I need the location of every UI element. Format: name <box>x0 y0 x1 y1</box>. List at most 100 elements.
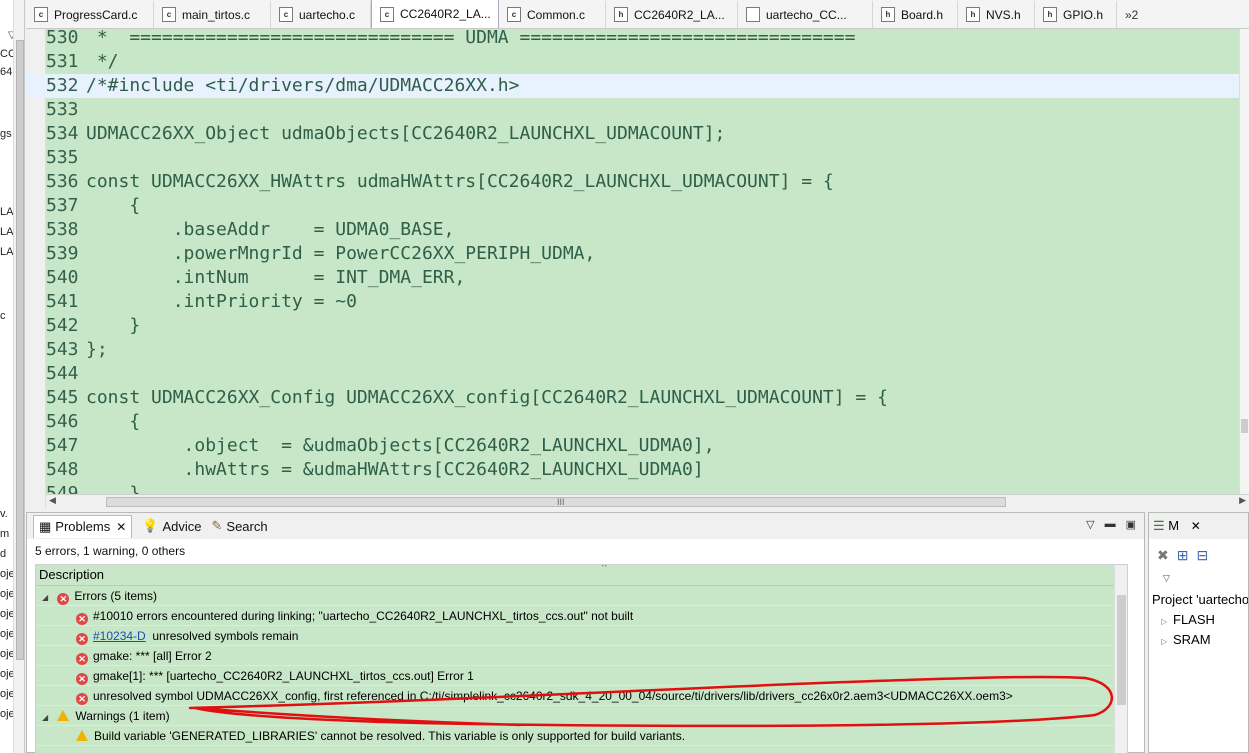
outline-item-flash[interactable]: ▷ FLASH <box>1161 612 1215 627</box>
problems-list[interactable]: Description ^ ◢ ✕ Errors (5 items) ✕ #1001… <box>35 564 1128 753</box>
scroll-left-arrow-icon[interactable]: ◀ <box>49 495 56 506</box>
editor-vertical-scrollbar[interactable] <box>1239 29 1249 494</box>
outline-toolbar: ✖⊞⊟ <box>1157 547 1216 564</box>
view-menu-icon[interactable]: ▽ <box>1086 518 1094 531</box>
error-row[interactable]: ✕ #10010 errors encountered during linkin… <box>36 606 1127 626</box>
code-line[interactable]: 547 .object = &udmaObjects[CC2640R2_LAUN… <box>26 434 1241 458</box>
line-number: 532 <box>46 75 79 96</box>
problems-summary: 5 errors, 1 warning, 0 others <box>35 544 186 558</box>
expand-all-icon[interactable]: ⊞ <box>1177 547 1197 563</box>
expanded-triangle-icon[interactable]: ◢ <box>42 708 54 728</box>
code-line[interactable]: 538 .baseAddr = UDMA0_BASE, <box>26 218 1241 242</box>
code-line[interactable]: 533 <box>26 98 1241 122</box>
warnings-group-row[interactable]: ◢ Warnings (1 item) <box>36 706 1127 726</box>
problems-vertical-scrollbar[interactable] <box>1114 565 1127 753</box>
description-column-header[interactable]: Description ^ <box>36 565 1127 586</box>
minimize-icon[interactable]: ▬ <box>1105 518 1116 531</box>
error-row[interactable]: ✕ #10234-D unresolved symbols remain <box>36 626 1127 646</box>
line-number: 545 <box>46 387 79 408</box>
column-header-label: Description <box>39 567 105 582</box>
tab-problems[interactable]: ▦ Problems ✕ <box>33 514 133 538</box>
code-line[interactable]: 544 <box>26 362 1241 386</box>
item-label: SRAM <box>1173 632 1211 647</box>
line-text: const UDMACC26XX_Config UDMACC26XX_confi… <box>86 387 888 408</box>
code-line[interactable]: 535 <box>26 146 1241 170</box>
error-row[interactable]: ✕ gmake[1]: *** [uartecho_CC2640R2_LAUNCH… <box>36 666 1127 686</box>
line-text: */ <box>86 51 119 72</box>
error-code-link[interactable]: #10234-D <box>93 629 146 643</box>
tab-search[interactable]: ✎ Search <box>212 518 268 534</box>
line-number: 543 <box>46 339 79 360</box>
left-view-strip: ▽ CC2 64 gs LA LA LA c v. m d oje oje oje oje oje oje oj… <box>0 0 25 753</box>
tab-editor-file[interactable]: c Common.c <box>499 1 606 28</box>
error-row[interactable]: ✕ unresolved symbol UDMACC26XX_config, fi… <box>36 686 1127 706</box>
expanded-triangle-icon[interactable]: ◢ <box>42 588 54 608</box>
tab-label: Problems <box>55 519 111 534</box>
tab-label: Common.c <box>527 7 586 22</box>
h-file-icon: h <box>881 7 895 22</box>
tab-editor-file[interactable]: cCC2640R2_LA...✕ <box>371 0 499 28</box>
tab-editor-file[interactable]: c uartecho.c <box>271 1 371 28</box>
tab-editor-file[interactable]: uartecho_CC... <box>738 1 873 28</box>
chevron-down-icon[interactable]: ▽ <box>1163 573 1170 584</box>
warning-row[interactable]: Build variable 'GENERATED_LIBRARIES' can… <box>36 726 1127 746</box>
code-line[interactable]: 541 .intPriority = ~0 <box>26 290 1241 314</box>
scroll-thumb[interactable] <box>1117 595 1126 705</box>
code-line[interactable]: 534 UDMACC26XX_Object udmaObjects[CC2640R… <box>26 122 1241 146</box>
error-text: #10010 errors encountered during linking… <box>93 609 634 623</box>
error-icon: ✕ <box>76 633 88 645</box>
code-editor[interactable]: 530 * ============================== UDM… <box>26 29 1249 509</box>
item-label: FLASH <box>1173 612 1215 627</box>
code-line[interactable]: 546 { <box>26 410 1241 434</box>
editor-horizontal-scrollbar[interactable]: ◀ III ▶ <box>46 494 1249 509</box>
error-icon: ✕ <box>76 693 88 705</box>
tab-editor-file[interactable]: c ProgressCard.c <box>26 1 154 28</box>
maximize-icon[interactable]: ▣ <box>1126 518 1136 531</box>
line-number: 538 <box>46 219 79 240</box>
tab-overflow-button[interactable]: »2 <box>1117 1 1146 28</box>
h-file-icon: h <box>1043 7 1057 22</box>
remove-icon[interactable]: ✖ <box>1157 547 1177 563</box>
h-file-icon: h <box>966 7 980 22</box>
close-icon[interactable]: ✕ <box>116 520 126 534</box>
errors-group-row[interactable]: ◢ ✕ Errors (5 items) <box>36 586 1127 606</box>
code-line[interactable]: 532 /*#include <ti/drivers/dma/UDMACC26XX… <box>26 74 1241 98</box>
code-line[interactable]: 537 { <box>26 194 1241 218</box>
line-text: { <box>86 411 141 432</box>
scroll-thumb[interactable] <box>16 40 24 660</box>
outline-item-sram[interactable]: ▷ SRAM <box>1161 632 1211 647</box>
line-text: { <box>86 195 141 216</box>
tab-editor-file[interactable]: h CC2640R2_LA... <box>606 1 738 28</box>
error-row[interactable]: ✕ gmake: *** [all] Error 2 <box>36 646 1127 666</box>
code-line[interactable]: 542 } <box>26 314 1241 338</box>
error-text: unresolved symbol UDMACC26XX_config, fir… <box>93 689 1013 703</box>
tab-label: CC2640R2_LA... <box>634 7 725 22</box>
editor-tab-bar: c ProgressCard.c c main_tirtos.c c uartecho.c… <box>26 0 1249 29</box>
tab-editor-file[interactable]: c main_tirtos.c <box>154 1 271 28</box>
close-icon[interactable]: ✕ <box>1191 519 1201 533</box>
left-scrollbar[interactable] <box>13 0 24 753</box>
line-number: 535 <box>46 147 79 168</box>
code-line[interactable]: 543}; <box>26 338 1241 362</box>
code-line[interactable]: 548 .hwAttrs = &udmaHWAttrs[CC2640R2_LAU… <box>26 458 1241 482</box>
search-icon: ✎ <box>211 518 223 533</box>
tab-editor-file[interactable]: h NVS.h <box>958 1 1035 28</box>
tab-editor-file[interactable]: h GPIO.h <box>1035 1 1117 28</box>
code-line[interactable]: 545 const UDMACC26XX_Config UDMACC26XX_co… <box>26 386 1241 410</box>
scroll-thumb[interactable]: III <box>106 497 1006 507</box>
collapsed-triangle-icon[interactable]: ▷ <box>1161 637 1173 646</box>
code-line[interactable]: 530 * ============================== UDM… <box>26 29 1241 50</box>
tab-advice[interactable]: 💡 Advice <box>142 518 201 534</box>
code-line[interactable]: 540 .intNum = INT_DMA_ERR, <box>26 266 1241 290</box>
line-text: .object = &udmaObjects[CC2640R2_LAUNCHXL… <box>86 435 715 456</box>
scroll-right-arrow-icon[interactable]: ▶ <box>1239 495 1246 506</box>
c-file-icon: c <box>380 6 394 22</box>
code-line[interactable]: 531 */ <box>26 50 1241 74</box>
code-line[interactable]: 539 .powerMngrId = PowerCC26XX_PERIPH_UD… <box>26 242 1241 266</box>
tab-outline[interactable]: ☰ M ✕ <box>1149 513 1248 539</box>
code-line[interactable]: 536 const UDMACC26XX_HWAttrs udmaHWAttrs[… <box>26 170 1241 194</box>
tab-editor-file[interactable]: h Board.h <box>873 1 958 28</box>
collapse-all-icon[interactable]: ⊟ <box>1196 547 1216 563</box>
overview-marker[interactable] <box>1241 419 1248 433</box>
collapsed-triangle-icon[interactable]: ▷ <box>1161 617 1173 626</box>
